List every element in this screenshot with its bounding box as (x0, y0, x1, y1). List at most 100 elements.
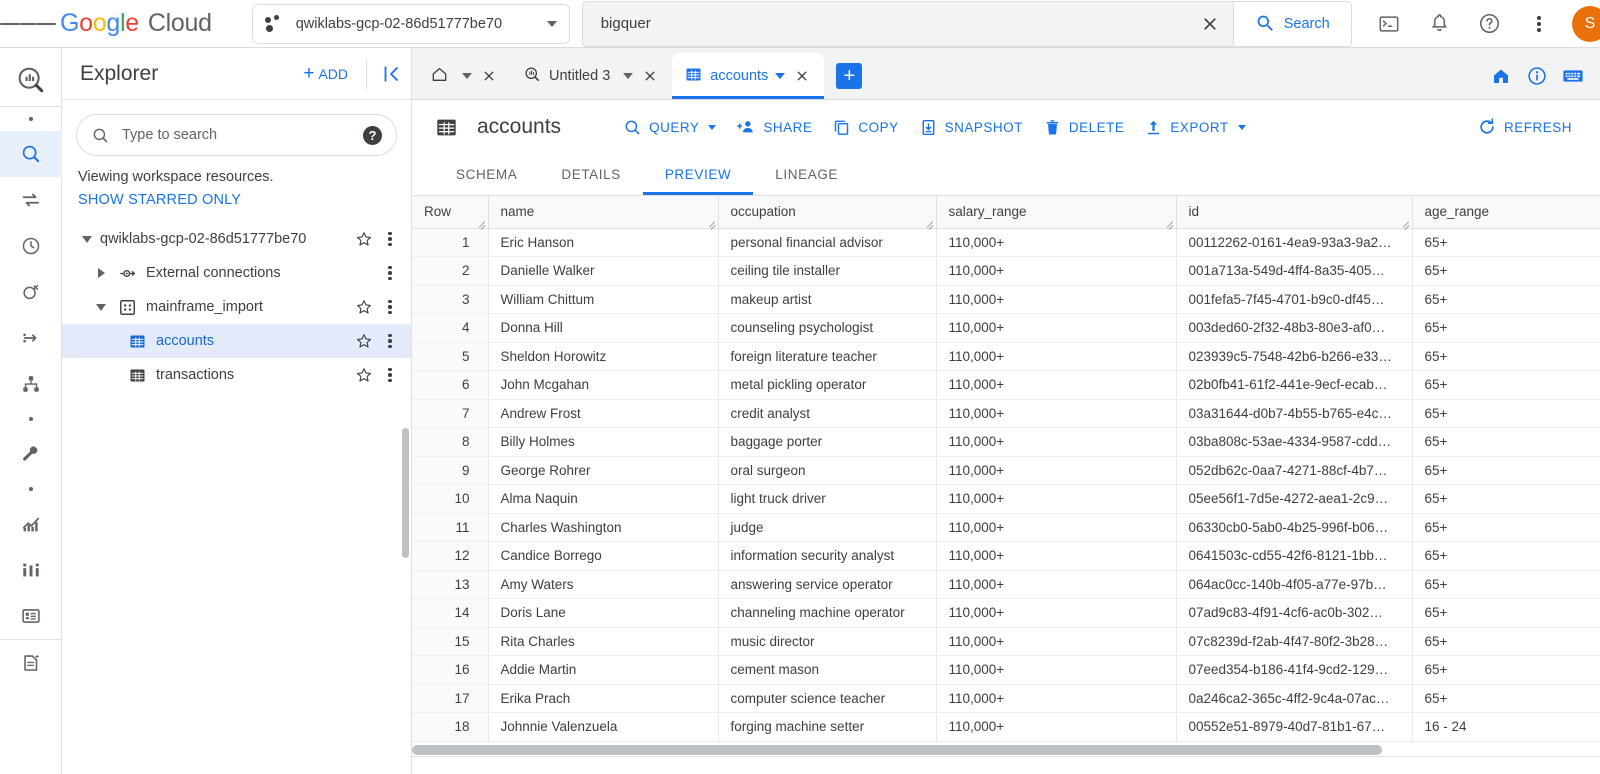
table-row[interactable]: 10 Alma Naquin light truck driver 110,000+ 0… (412, 484, 1600, 514)
table-row[interactable]: 5 Sheldon Horowitz foreign literature teac… (412, 342, 1600, 371)
tree-item-table-accounts[interactable]: accounts (62, 324, 411, 358)
rail-item-pipelines[interactable] (0, 361, 62, 407)
column-resize-handle[interactable] (478, 219, 486, 227)
table-row[interactable]: 7 Andrew Frost credit analyst 110,000+ 03a31… (412, 399, 1600, 428)
column-resize-handle[interactable] (1402, 219, 1410, 227)
star-icon[interactable] (349, 230, 379, 248)
column-header-salary-range[interactable]: salary_range (936, 196, 1177, 229)
rail-item-data-transfers[interactable] (0, 177, 62, 223)
table-row[interactable]: 14 Doris Lane channeling machine operator 1… (412, 598, 1600, 628)
rail-item-admin-tools[interactable] (0, 431, 62, 477)
column-header-name[interactable]: name (488, 196, 719, 229)
chevron-down-icon[interactable] (775, 73, 786, 79)
table-row[interactable]: 18 Johnnie Valenzuela forging machine sett… (412, 712, 1600, 742)
column-header-row[interactable]: Row (412, 196, 489, 229)
chevron-down-icon[interactable] (462, 73, 472, 79)
keyboard-icon[interactable] (1560, 63, 1586, 89)
query-button[interactable]: QUERY (613, 112, 726, 143)
table-row[interactable]: 4 Donna Hill counseling psychologist 110,00… (412, 313, 1600, 343)
google-cloud-logo[interactable]: Go o g l e Cloud (60, 9, 212, 38)
delete-button[interactable]: DELETE (1033, 112, 1135, 143)
tab-lineage[interactable]: LINEAGE (753, 154, 860, 195)
table-row[interactable]: 1 Eric Hanson personal financial advisor 11… (412, 228, 1600, 257)
table-row[interactable]: 16 Addie Martin cement mason 110,000+ 07eed3… (412, 655, 1600, 685)
close-icon[interactable] (479, 66, 499, 86)
star-icon[interactable] (349, 298, 379, 316)
more-options-icon[interactable] (1516, 1, 1562, 47)
table-row[interactable]: 15 Rita Charles music director 110,000+ 07c8… (412, 627, 1600, 656)
star-icon[interactable] (349, 332, 379, 350)
search-button[interactable]: Search (1232, 1, 1351, 46)
more-actions-icon[interactable] (379, 298, 401, 317)
table-row[interactable]: 11 Charles Washington judge 110,000+ 06330cb… (412, 513, 1600, 542)
table-row[interactable]: 17 Erika Prach computer science teacher 110… (412, 684, 1600, 713)
rail-item-studio[interactable] (0, 131, 62, 177)
copy-button[interactable]: COPY (822, 112, 908, 143)
tab-details[interactable]: DETAILS (539, 154, 642, 195)
snapshot-button[interactable]: SNAPSHOT (909, 112, 1033, 143)
more-actions-icon[interactable] (379, 332, 401, 351)
rail-item-monitoring[interactable] (0, 501, 62, 547)
chevron-down-icon[interactable] (74, 235, 100, 243)
tree-item-external-connections[interactable]: External connections (62, 256, 411, 290)
column-header-id[interactable]: id (1176, 196, 1413, 229)
table-row[interactable]: 9 George Rohrer oral surgeon 110,000+ 052db6… (412, 456, 1600, 485)
column-resize-handle[interactable] (708, 219, 716, 227)
tab-welcome[interactable] (418, 53, 511, 99)
rail-item-reservations[interactable] (0, 593, 62, 639)
chevron-down-icon[interactable] (623, 73, 634, 79)
menu-icon[interactable] (0, 0, 57, 48)
avatar[interactable]: S (1572, 5, 1600, 42)
more-actions-icon[interactable] (379, 230, 401, 249)
tab-untitled-3[interactable]: Untitled 3 (511, 53, 672, 99)
table-row[interactable]: 8 Billy Holmes baggage porter 110,000+ 03ba8… (412, 427, 1600, 457)
table-row[interactable]: 12 Candice Borrego information security an… (412, 541, 1600, 571)
rail-item-slot-estimator[interactable] (0, 547, 62, 593)
explorer-scrollbar[interactable] (402, 428, 409, 558)
tab-schema[interactable]: SCHEMA (434, 154, 539, 195)
show-starred-only-link[interactable]: SHOW STARRED ONLY (62, 185, 411, 208)
refresh-button[interactable]: REFRESH (1467, 111, 1582, 143)
close-icon[interactable] (792, 66, 812, 86)
column-header-age-range[interactable]: age_range (1412, 196, 1600, 229)
bigquery-logo-icon[interactable] (0, 54, 62, 106)
tab-preview[interactable]: PREVIEW (642, 154, 754, 195)
tab-accounts[interactable]: accounts (672, 53, 825, 99)
explorer-search-input[interactable] (120, 126, 363, 144)
table-row[interactable]: 6 John Mcgahan metal pickling operator 110,… (412, 370, 1600, 400)
star-icon[interactable] (349, 366, 379, 384)
tree-item-dataset-mainframe-import[interactable]: mainframe_import (62, 290, 411, 324)
rail-item-scheduled-queries[interactable] (0, 223, 62, 269)
column-resize-handle[interactable] (1166, 219, 1174, 227)
more-actions-icon[interactable] (379, 264, 401, 283)
column-header-occupation[interactable]: occupation (718, 196, 937, 229)
table-row[interactable]: 2 Danielle Walker ceiling tile installer 11… (412, 256, 1600, 286)
info-icon[interactable] (1524, 63, 1550, 89)
rail-item-new-document[interactable] (0, 640, 62, 686)
cloud-shell-icon[interactable] (1366, 1, 1412, 47)
rail-item-dataflow[interactable] (0, 315, 62, 361)
tree-item-project[interactable]: qwiklabs-gcp-02-86d51777be70 (62, 222, 411, 256)
chevron-down-icon[interactable] (88, 303, 114, 311)
horizontal-scrollbar[interactable] (412, 741, 1600, 756)
rail-item-analytics-hub[interactable] (0, 269, 62, 315)
search-help-icon[interactable]: ? (363, 125, 382, 145)
share-button[interactable]: SHARE (726, 111, 822, 143)
search-input[interactable] (582, 1, 1187, 46)
project-selector[interactable]: qwiklabs-gcp-02-86d51777be70 (251, 3, 570, 44)
add-button[interactable]: + ADD (295, 64, 356, 83)
horizontal-scrollbar-thumb[interactable] (412, 744, 1382, 755)
notifications-bell-icon[interactable] (1416, 1, 1462, 47)
help-icon[interactable] (1466, 1, 1512, 47)
clear-search-icon[interactable] (1187, 2, 1233, 46)
export-button[interactable]: EXPORT (1134, 112, 1255, 143)
column-resize-handle[interactable] (926, 219, 934, 227)
collapse-panel-icon[interactable] (371, 63, 411, 85)
new-tab-button[interactable]: + (836, 63, 863, 89)
table-row[interactable]: 3 William Chittum makeup artist 110,000+ 001… (412, 285, 1600, 314)
close-icon[interactable] (640, 66, 660, 86)
table-row[interactable]: 13 Amy Waters answering service operator 11… (412, 570, 1600, 599)
tree-item-table-transactions[interactable]: transactions (62, 358, 411, 392)
home-icon[interactable] (1488, 63, 1514, 89)
more-actions-icon[interactable] (379, 366, 401, 385)
